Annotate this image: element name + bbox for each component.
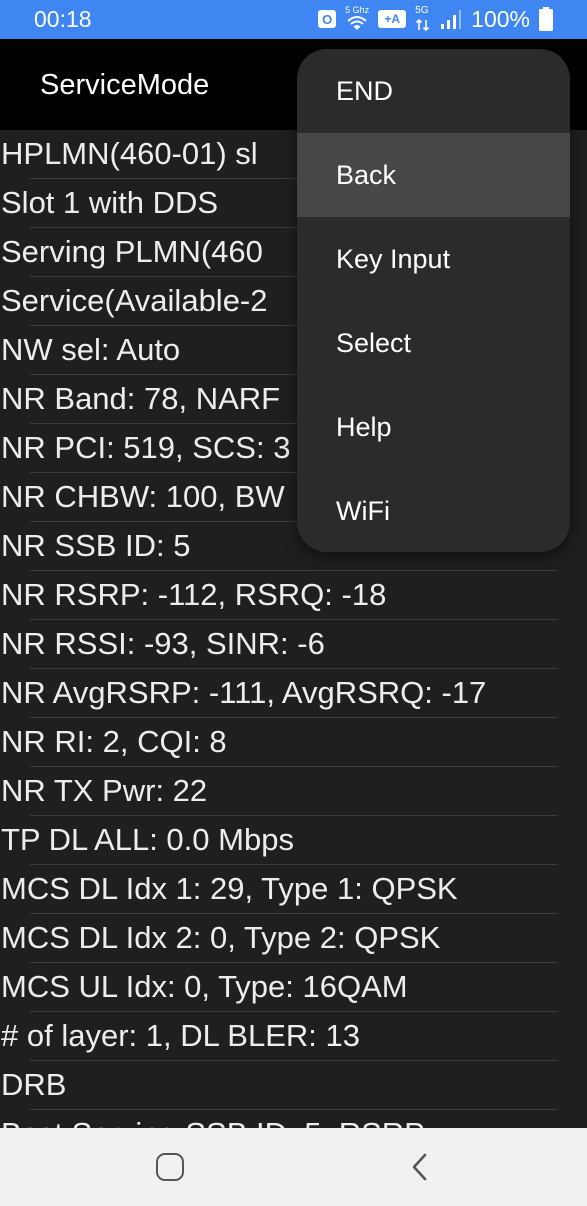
signal-strength-icon <box>441 10 462 29</box>
info-line: MCS UL Idx: 0, Type: 16QAM <box>0 963 587 1012</box>
info-line-text: Slot 1 with DDS <box>1 185 219 220</box>
info-line-text: MCS DL Idx 2: 0, Type 2: QPSK <box>1 920 441 955</box>
menu-item-end[interactable]: END <box>297 49 570 133</box>
info-line: NR RI: 2, CQI: 8 <box>0 718 587 767</box>
info-line-text: NR AvgRSRP: -111, AvgRSRQ: -17 <box>1 675 487 710</box>
info-line: NR RSRP: -112, RSRQ: -18 <box>0 571 587 620</box>
info-line-text: Serving PLMN(460 <box>1 234 263 269</box>
network-5g-icon: 5G <box>415 5 431 32</box>
status-time: 00:18 <box>34 6 92 32</box>
data-saver-badge-icon: +A <box>378 10 407 28</box>
navigation-bar <box>0 1128 587 1206</box>
info-line-text: NR CHBW: 100, BW <box>1 479 285 514</box>
wifi-icon: 5 Ghz <box>345 5 369 32</box>
info-line-text: HPLMN(460-01) sl <box>1 136 258 171</box>
menu-item-label: WiFi <box>336 496 390 526</box>
menu-item-label: Key Input <box>336 244 451 274</box>
info-line-text: NR RI: 2, CQI: 8 <box>1 724 227 759</box>
battery-level: 100% <box>471 6 530 32</box>
info-line-text: NR TX Pwr: 22 <box>1 773 208 808</box>
info-line-text: DRB <box>1 1067 67 1102</box>
menu-item-select[interactable]: Select <box>297 301 570 385</box>
info-line-text: MCS UL Idx: 0, Type: 16QAM <box>1 969 408 1004</box>
menu-item-help[interactable]: Help <box>297 385 570 469</box>
info-line: NR AvgRSRP: -111, AvgRSRQ: -17 <box>0 669 587 718</box>
back-chevron-icon[interactable] <box>404 1150 434 1184</box>
menu-item-label: Select <box>336 328 412 358</box>
info-line-text: Best Serving SSB ID: 5, RSRP: <box>1 1115 433 1128</box>
menu-item-back[interactable]: Back <box>297 133 570 217</box>
info-line: NR TX Pwr: 22 <box>0 767 587 816</box>
info-line-text: NR SSB ID: 5 <box>1 528 191 563</box>
menu-item-key-input[interactable]: Key Input <box>297 217 570 301</box>
info-line: Best Serving SSB ID: 5, RSRP: <box>0 1110 587 1128</box>
info-line-text: NR RSRP: -112, RSRQ: -18 <box>1 577 387 612</box>
info-line: MCS DL Idx 1: 29, Type 1: QPSK <box>0 865 587 914</box>
info-line-text: TP DL ALL: 0.0 Mbps <box>1 822 294 857</box>
info-line-text: NR PCI: 519, SCS: 3 <box>1 430 291 465</box>
status-icons: O 5 Ghz +A 5G 100% <box>318 4 553 34</box>
info-line-text: # of layer: 1, DL BLER: 13 <box>1 1018 360 1053</box>
menu-item-wifi[interactable]: WiFi <box>297 469 570 552</box>
info-line: NR RSSI: -93, SINR: -6 <box>0 620 587 669</box>
info-line: TP DL ALL: 0.0 Mbps <box>0 816 587 865</box>
info-line-text: NR Band: 78, NARF <box>1 381 281 416</box>
battery-icon <box>539 7 553 31</box>
app-title: ServiceMode <box>40 69 210 101</box>
info-line: # of layer: 1, DL BLER: 13 <box>0 1012 587 1061</box>
menu-item-label: Help <box>336 412 392 442</box>
menu-item-label: Back <box>336 160 397 190</box>
info-line-text: Service(Available-2 <box>1 283 268 318</box>
info-line-text: NR RSSI: -93, SINR: -6 <box>1 626 325 661</box>
info-line-text: MCS DL Idx 1: 29, Type 1: QPSK <box>1 871 458 906</box>
info-line-text: NW sel: Auto <box>1 332 181 367</box>
overflow-menu: END Back Key Input Select Help WiFi <box>297 49 570 552</box>
info-line: DRB <box>0 1061 587 1110</box>
notification-badge-icon: O <box>318 10 337 28</box>
home-square-icon[interactable] <box>156 1153 184 1181</box>
info-line: MCS DL Idx 2: 0, Type 2: QPSK <box>0 914 587 963</box>
status-bar: 00:18 O 5 Ghz +A 5G 100% <box>0 0 587 39</box>
menu-item-label: END <box>336 76 394 106</box>
service-mode-screen: 00:18 O 5 Ghz +A 5G 100% ServiceMode HPL… <box>0 0 587 1206</box>
